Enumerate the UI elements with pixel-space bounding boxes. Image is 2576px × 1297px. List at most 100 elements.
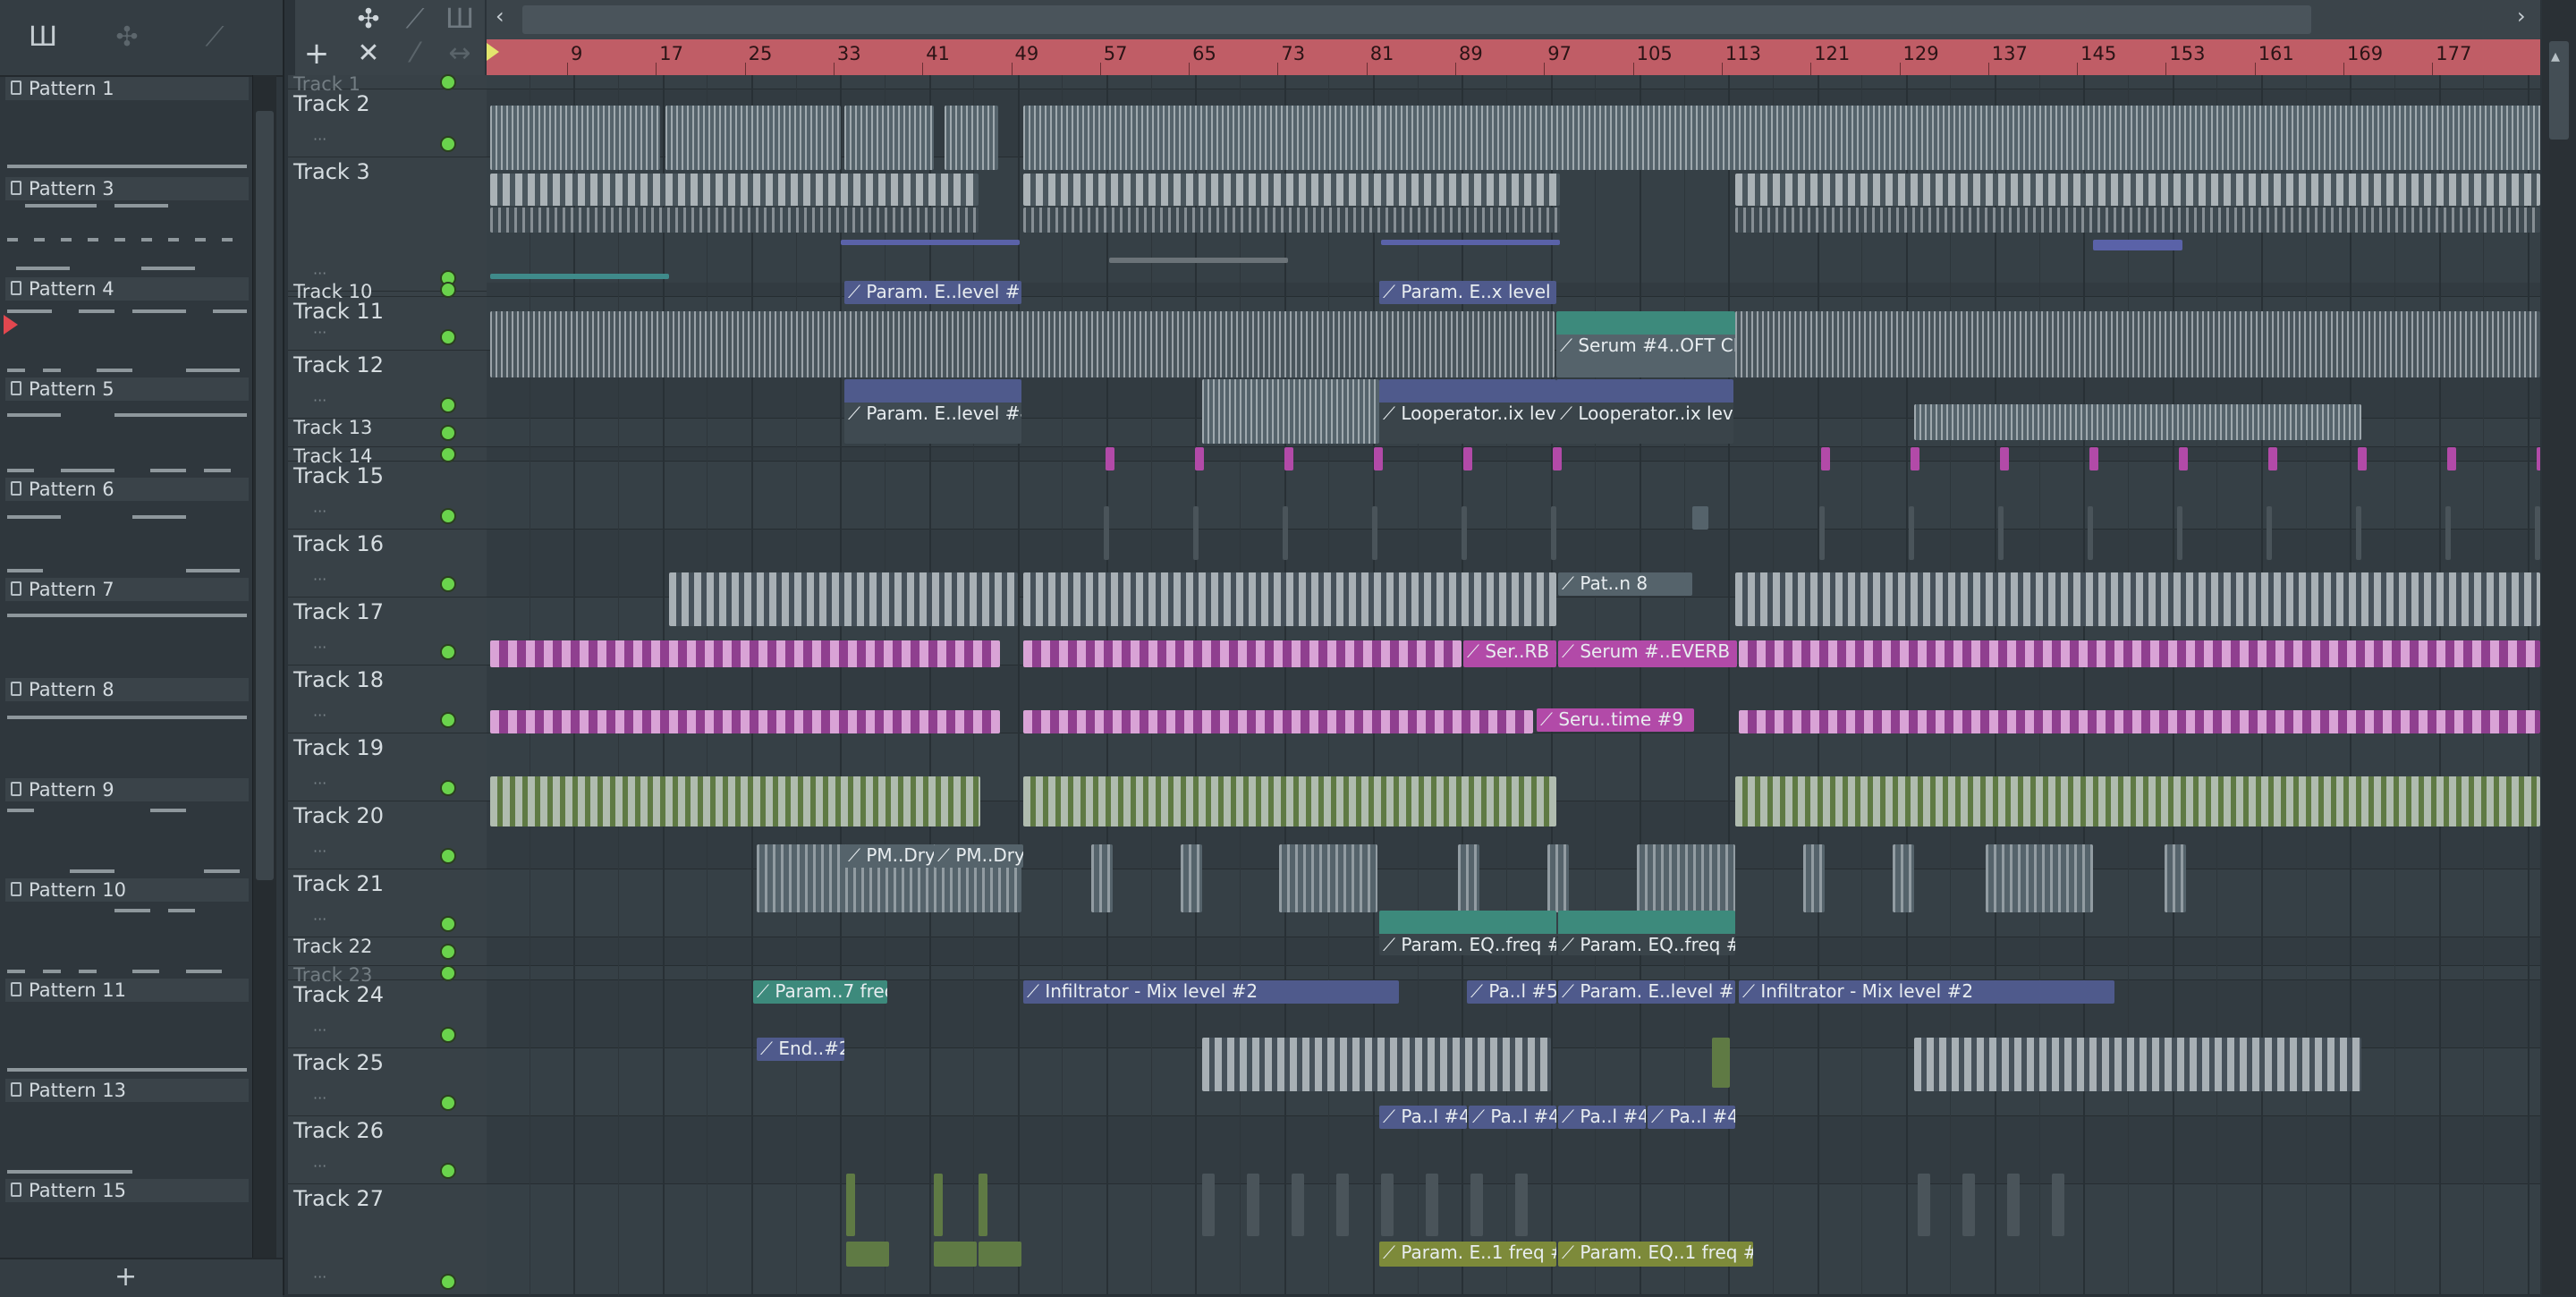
track-name[interactable]: Track 24 (293, 982, 384, 1007)
playlist-grid[interactable]: Param. E..level #3 Param. E..x level #3 Se… (487, 75, 2540, 1295)
playlist-clip[interactable]: Pat..n 8 (1558, 572, 1692, 596)
track-lane[interactable] (487, 75, 2540, 89)
track-enable-led[interactable] (440, 1095, 456, 1111)
pattern-item[interactable]: Pattern 6 (5, 478, 249, 578)
track-header[interactable]: Track 2 ··· (288, 89, 487, 157)
playlist-clip[interactable] (1712, 1038, 1730, 1088)
playlist-clip[interactable]: Pa..l #4 (1469, 1106, 1556, 1129)
track-header[interactable]: Track 22 (288, 936, 487, 966)
track-header[interactable]: Track 24 ··· (288, 980, 487, 1048)
playlist-clip[interactable] (1109, 258, 1288, 263)
delete-icon[interactable]: ✕ (351, 38, 386, 69)
playlist-clip[interactable] (1284, 447, 1293, 470)
track-header[interactable]: Track 12 ··· (288, 351, 487, 419)
pattern-scroll-thumb[interactable] (256, 111, 274, 880)
track-options-icon[interactable]: ··· (313, 1157, 326, 1174)
playlist-clip[interactable] (841, 240, 1020, 245)
playlist-clip[interactable] (1193, 506, 1199, 560)
playlist-clip[interactable] (1091, 844, 1113, 912)
track-header[interactable]: Track 20 ··· (288, 801, 487, 869)
playlist-clip[interactable] (1803, 844, 1825, 912)
track-name[interactable]: Track 25 (293, 1050, 384, 1075)
playlist-clip[interactable]: Param. E..1 freq #2 (1379, 1242, 1556, 1267)
track-enable-led[interactable] (440, 944, 456, 960)
playlist-clip[interactable] (2535, 506, 2540, 560)
track-name[interactable]: Track 22 (293, 936, 372, 957)
track-header[interactable]: Track 21 ··· (288, 869, 487, 937)
pencil-icon[interactable]: ⁄ (397, 38, 433, 69)
playlist-clip[interactable] (1914, 404, 2361, 440)
scroll-left-icon[interactable]: ‹ (496, 4, 504, 29)
playlist-clip[interactable] (1893, 844, 1914, 912)
playlist-clip[interactable] (945, 106, 998, 170)
playlist-clip[interactable] (1023, 572, 1556, 626)
pattern-item[interactable]: Pattern 5 (5, 377, 249, 478)
playlist-clip[interactable]: Param..7 freq (753, 980, 887, 1004)
timeline-ruler[interactable]: 9 17 25 33 41 49 57 65 73 81 89 97 105 113 121 129 137 14… (487, 39, 2540, 75)
playlist-clip[interactable]: Pa..l #4 (1558, 1106, 1646, 1129)
track-name[interactable]: Track 21 (293, 871, 384, 896)
playlist-clip[interactable] (1283, 506, 1288, 560)
playlist-clip[interactable]: PM..Dry (934, 844, 1023, 868)
track-options-icon[interactable]: ··· (313, 775, 326, 792)
track-header[interactable]: Track 10 (288, 281, 487, 302)
track-header[interactable]: Track 1 (288, 73, 487, 95)
playlist-clip[interactable] (2052, 1174, 2064, 1236)
track-lane[interactable] (487, 1184, 2540, 1295)
playlist-clip[interactable] (669, 572, 1018, 626)
playlist-clip[interactable] (934, 1242, 977, 1267)
pattern-item[interactable]: Pattern 1 (5, 77, 249, 177)
playlist-clip[interactable]: Param. EQ..freq #2 (1558, 911, 1735, 955)
track-header[interactable]: Track 25 ··· (288, 1048, 487, 1116)
track-name[interactable]: Track 11 (293, 299, 384, 324)
playlist-clip[interactable]: Param. EQ..1 freq #2 (1558, 1242, 1753, 1267)
pattern-item[interactable]: Pattern 10 (5, 878, 249, 979)
playlist-clip[interactable]: Param. E..x level #3 (1379, 281, 1556, 304)
playlist-clip[interactable] (1379, 106, 2540, 170)
track-name[interactable]: Track 19 (293, 735, 384, 760)
playlist-clip[interactable] (1247, 1174, 1259, 1236)
playlist-clip[interactable] (1426, 1174, 1438, 1236)
track-name[interactable]: Track 18 (293, 667, 384, 692)
track-name[interactable]: Track 12 (293, 352, 384, 377)
track-header[interactable]: Track 19 ··· (288, 733, 487, 801)
playlist-clip[interactable]: Infiltrator - Mix level #2 (1023, 980, 1399, 1004)
playlist-clip[interactable] (1819, 506, 1825, 560)
playlist-clip[interactable] (2093, 240, 2182, 250)
playlist-clip[interactable] (1336, 1174, 1349, 1236)
playlist-clip[interactable] (1023, 776, 1556, 827)
playlist-clip[interactable] (1918, 1174, 1930, 1236)
track-header[interactable]: Track 16 ··· (288, 530, 487, 598)
pattern-icon[interactable]: Ш (442, 4, 478, 35)
playlist-clip[interactable] (1458, 844, 1479, 912)
track-name[interactable]: Track 26 (293, 1118, 384, 1143)
playlist-clip[interactable] (1739, 640, 2540, 667)
playlist-clip[interactable]: Looperator..ix level (1556, 379, 1733, 444)
playlist-clip[interactable] (1104, 506, 1109, 560)
playlist-clip[interactable] (490, 174, 979, 206)
pattern-item[interactable]: Pattern 7 (5, 578, 249, 678)
playlist-clip[interactable] (2000, 447, 2009, 470)
playlist-clip[interactable] (2445, 506, 2451, 560)
track-name[interactable]: Track 16 (293, 531, 384, 556)
track-enable-led[interactable] (440, 780, 456, 796)
playlist-clip[interactable] (1202, 1174, 1215, 1236)
playlist-clip[interactable] (1735, 311, 2540, 377)
pattern-scrollbar[interactable] (252, 75, 276, 1258)
playlist-clip[interactable] (1962, 1174, 1975, 1236)
add-pattern-button[interactable]: + (114, 1261, 137, 1293)
playlist-clip[interactable] (1279, 844, 1377, 912)
playlist-clip[interactable]: Looperator..ix level (1379, 379, 1556, 444)
vertical-scrollbar[interactable]: ▴ (2542, 0, 2576, 1295)
pattern-picker-icon[interactable]: Ш (25, 20, 61, 55)
track-options-icon[interactable]: ··· (313, 1089, 326, 1106)
playlist-clip[interactable] (490, 208, 979, 233)
playlist-clip[interactable] (1986, 844, 2093, 912)
playlist-clip[interactable]: Pa..l #4 (1648, 1106, 1735, 1129)
playlist-clip[interactable] (2358, 447, 2367, 470)
playlist-clip[interactable]: PM..Dry (844, 844, 934, 868)
playlist-clip[interactable] (2089, 447, 2098, 470)
playlist-clip[interactable] (1463, 447, 1472, 470)
track-name[interactable]: Track 17 (293, 599, 384, 624)
playlist-clip[interactable] (1739, 710, 2540, 733)
